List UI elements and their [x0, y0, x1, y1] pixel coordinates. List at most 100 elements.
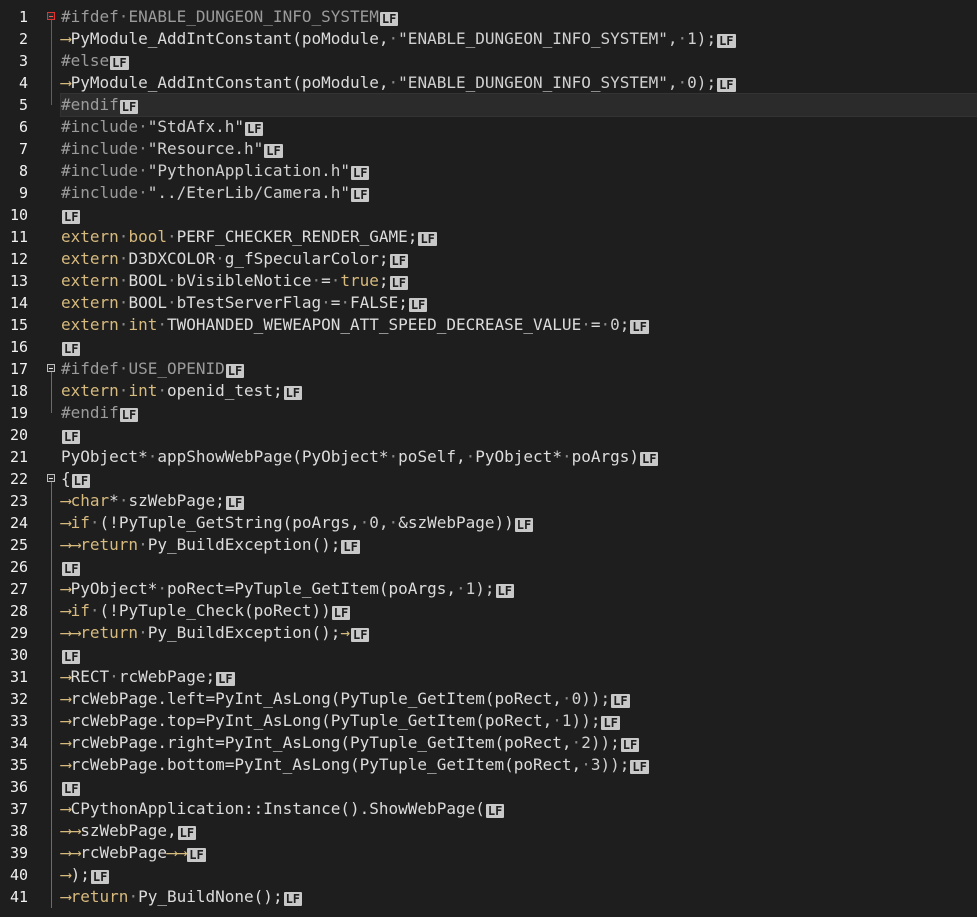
fold-guide-line: [51, 534, 52, 556]
fold-guide-line: [51, 50, 52, 72]
eol-marker: LF: [187, 848, 206, 862]
code-token: if: [70, 513, 90, 532]
code-token: poSelf,: [398, 447, 466, 466]
code-token: rcWebPage;: [118, 667, 216, 686]
fold-margin[interactable]: [44, 6, 58, 908]
line-number: 39: [9, 844, 28, 862]
code-line[interactable]: ⟶if·(!PyTuple_GetString(poArgs,·0,·&szWe…: [61, 512, 977, 534]
code-line[interactable]: ⟶rcWebPage.left=PyInt_AsLong(PyTuple_Get…: [61, 688, 977, 710]
code-token: ⟶: [61, 29, 71, 48]
code-line[interactable]: LF: [61, 336, 977, 358]
code-token: BOOL: [128, 271, 167, 290]
code-line[interactable]: PyObject*·appShowWebPage(PyObject*·poSel…: [61, 446, 977, 468]
code-line[interactable]: #endif LF: [60, 93, 977, 117]
code-line[interactable]: extern·int·TWOHANDED_WEWEAPON_ATT_SPEED_…: [61, 314, 977, 336]
code-line[interactable]: #else LF: [61, 50, 977, 72]
fold-cell: [44, 644, 58, 666]
code-token: ⟶: [61, 73, 71, 92]
line-number: 11: [9, 228, 28, 246]
fold-cell: [44, 226, 58, 248]
code-token: 0);: [687, 73, 717, 92]
code-line[interactable]: ⟶PyModule_AddIntConstant(poModule,·"ENAB…: [61, 72, 977, 94]
code-line[interactable]: ⟶RECT·rcWebPage; LF: [61, 666, 977, 688]
code-line[interactable]: LF: [61, 204, 977, 226]
code-token: PyObject*: [61, 447, 148, 466]
code-line[interactable]: ⟶return·Py_BuildNone(); LF: [61, 886, 977, 908]
code-line[interactable]: ⟶⟶rcWebPage⟶⟶ LF: [61, 842, 977, 864]
code-token: "ENABLE_DUNGEON_INFO_SYSTEM",: [398, 73, 678, 92]
line-number: 7: [18, 140, 28, 158]
collapse-icon[interactable]: [47, 364, 55, 372]
code-token: Py_BuildNone();: [138, 887, 283, 906]
code-line[interactable]: extern·BOOL·bVisibleNotice·=·true; LF: [61, 270, 977, 292]
line-number: 3: [18, 52, 28, 70]
fold-guide-line: [51, 820, 52, 842]
code-line[interactable]: LF: [61, 776, 977, 798]
collapse-icon[interactable]: [47, 12, 55, 20]
code-token: 1));: [561, 711, 601, 730]
code-line[interactable]: ⟶CPythonApplication::Instance().ShowWebP…: [61, 798, 977, 820]
code-token: rcWebPage.left=PyInt_AsLong(PyTuple_GetI…: [70, 689, 562, 708]
code-token: if: [70, 601, 90, 620]
code-token: bVisibleNotice: [176, 271, 312, 290]
code-line[interactable]: extern·int·openid_test; LF: [61, 380, 977, 402]
code-token: =: [321, 271, 331, 290]
code-line[interactable]: #include·"Resource.h" LF: [61, 138, 977, 160]
fold-cell[interactable]: [44, 6, 58, 28]
code-token: ⟶: [61, 601, 71, 620]
code-line[interactable]: #include·"PythonApplication.h" LF: [61, 160, 977, 182]
code-line[interactable]: #ifdef·USE_OPENID LF: [61, 358, 977, 380]
code-line[interactable]: ⟶PyObject*·poRect=PyTuple_GetItem(poArgs…: [61, 578, 977, 600]
code-line[interactable]: ⟶if·(!PyTuple_Check(poRect)) LF: [61, 600, 977, 622]
code-line[interactable]: LF: [61, 556, 977, 578]
fold-cell: [44, 490, 58, 512]
fold-guide-line: [51, 754, 52, 776]
fold-cell: [44, 248, 58, 270]
code-line[interactable]: #include·"StdAfx.h" LF: [61, 116, 977, 138]
code-token: ⟶⟶: [166, 843, 187, 862]
fold-guide-line: [51, 666, 52, 688]
code-line[interactable]: extern·D3DXCOLOR·g_fSpecularColor; LF: [61, 248, 977, 270]
fold-cell: [44, 842, 58, 864]
code-line[interactable]: ⟶⟶return·Py_BuildException();→ LF: [61, 622, 977, 644]
code-line[interactable]: ⟶⟶szWebPage, LF: [61, 820, 977, 842]
code-line[interactable]: ⟶rcWebPage.bottom=PyInt_AsLong(PyTuple_G…: [61, 754, 977, 776]
eol-marker: LF: [62, 342, 81, 356]
code-line[interactable]: extern·bool·PERF_CHECKER_RENDER_GAME; LF: [61, 226, 977, 248]
code-line[interactable]: {LF: [61, 468, 977, 490]
fold-cell: [44, 710, 58, 732]
line-number: 9: [18, 184, 28, 202]
code-line[interactable]: #ifdef·ENABLE_DUNGEON_INFO_SYSTEM LF: [61, 6, 977, 28]
code-line[interactable]: #endif LF: [61, 402, 977, 424]
fold-cell: [44, 402, 58, 424]
code-line[interactable]: ⟶rcWebPage.top=PyInt_AsLong(PyTuple_GetI…: [61, 710, 977, 732]
code-token: ⟶: [61, 689, 71, 708]
fold-cell[interactable]: [44, 468, 58, 490]
code-token: ·: [561, 447, 572, 466]
code-token: ·: [166, 271, 177, 290]
code-editor[interactable]: 1 2 3 4 5 6 7 8 9 10 11 12 13 14 15 16 17 18 19 20 21 22 23 24 2…: [0, 0, 977, 917]
code-token: ·: [138, 161, 148, 180]
code-line[interactable]: ⟶⟶return·Py_BuildException(); LF: [61, 534, 977, 556]
fold-cell[interactable]: [44, 358, 58, 380]
code-line[interactable]: ⟶rcWebPage.right=PyInt_AsLong(PyTuple_Ge…: [61, 732, 977, 754]
code-line[interactable]: LF: [61, 644, 977, 666]
line-number: 41: [9, 888, 28, 906]
collapse-icon[interactable]: [47, 474, 55, 482]
code-line[interactable]: ⟶); LF: [61, 864, 977, 886]
code-token: ·: [157, 315, 167, 334]
code-area[interactable]: #ifdef·ENABLE_DUNGEON_INFO_SYSTEM LF ⟶PyMo…: [60, 6, 977, 908]
code-line[interactable]: ⟶PyModule_AddIntConstant(poModule,·"ENAB…: [61, 28, 977, 50]
line-number: 31: [9, 668, 28, 686]
line-number: 16: [9, 338, 28, 356]
code-line[interactable]: ⟶char*·szWebPage; LF: [61, 490, 977, 512]
code-line[interactable]: #include·"../EterLib/Camera.h" LF: [61, 182, 977, 204]
code-line[interactable]: LF: [61, 424, 977, 446]
code-token: (!PyTuple_Check(poRect)): [99, 601, 331, 620]
line-number: 36: [9, 778, 28, 796]
fold-guide-line: [51, 72, 52, 94]
code-token: ⟶⟶: [61, 535, 81, 554]
code-line[interactable]: extern·BOOL·bTestServerFlag·=·FALSE; LF: [61, 292, 977, 314]
code-token: return: [70, 887, 129, 906]
code-token: bTestServerFlag: [176, 293, 322, 312]
